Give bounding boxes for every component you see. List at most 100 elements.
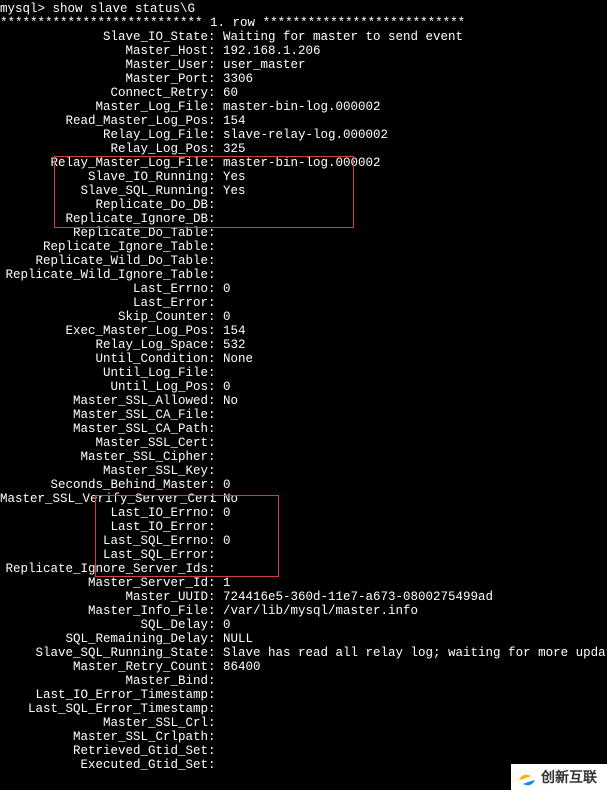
status-line: Master_Bind: [0, 674, 607, 688]
field-separator: : [208, 30, 223, 44]
status-line: Master_SSL_CA_File: [0, 408, 607, 422]
field-separator: : [208, 562, 223, 576]
field-key: Master_SSL_CA_File [0, 408, 208, 422]
field-key: Last_Errno [0, 282, 208, 296]
status-line: Master_Port: 3306 [0, 72, 607, 86]
field-separator: : [208, 254, 223, 268]
field-key: Master_Retry_Count [0, 660, 208, 674]
status-line: Last_Errno: 0 [0, 282, 607, 296]
field-separator: : [208, 408, 223, 422]
field-key: Master_Log_File [0, 100, 208, 114]
status-line: Read_Master_Log_Pos: 154 [0, 114, 607, 128]
field-key: Master_SSL_Key [0, 464, 208, 478]
status-line: SQL_Remaining_Delay: NULL [0, 632, 607, 646]
field-value: 0 [223, 478, 231, 492]
field-separator: : [208, 296, 223, 310]
field-separator: : [208, 212, 223, 226]
field-value: 0 [223, 534, 231, 548]
status-line: Master_Info_File: /var/lib/mysql/master.… [0, 604, 607, 618]
watermark-icon [517, 770, 537, 790]
status-line: Relay_Log_File: slave-relay-log.000002 [0, 128, 607, 142]
status-line: Seconds_Behind_Master: 0 [0, 478, 607, 492]
field-key: Last_SQL_Errno [0, 534, 208, 548]
field-separator: : [208, 170, 223, 184]
field-value: 3306 [223, 72, 253, 86]
field-separator: : [208, 716, 223, 730]
field-value: 0 [223, 618, 231, 632]
field-value: 154 [223, 114, 246, 128]
status-line: Master_Server_Id: 1 [0, 576, 607, 590]
field-separator: : [208, 730, 223, 744]
field-value: No [223, 394, 238, 408]
field-key: Master_Port [0, 72, 208, 86]
status-line: Master_SSL_Crlpath: [0, 730, 607, 744]
status-line: Skip_Counter: 0 [0, 310, 607, 324]
field-key: Replicate_Ignore_Server_Ids [0, 562, 208, 576]
status-line: Relay_Log_Space: 532 [0, 338, 607, 352]
status-line: Until_Log_Pos: 0 [0, 380, 607, 394]
field-separator: : [208, 520, 223, 534]
field-value: Waiting for master to send event [223, 30, 463, 44]
field-key: Replicate_Ignore_Table [0, 240, 208, 254]
field-key: Last_IO_Error [0, 520, 208, 534]
field-value: slave-relay-log.000002 [223, 128, 388, 142]
status-line: Last_Error: [0, 296, 607, 310]
mysql-prompt-line: mysql> show slave status\G [0, 2, 607, 16]
field-value: Yes [223, 184, 246, 198]
status-line: Last_SQL_Error_Timestamp: [0, 702, 607, 716]
field-key: Slave_SQL_Running [0, 184, 208, 198]
field-separator: : [208, 282, 223, 296]
field-key: Exec_Master_Log_Pos [0, 324, 208, 338]
field-key: Relay_Log_Pos [0, 142, 208, 156]
field-separator: : [208, 604, 223, 618]
field-value: 0 [223, 380, 231, 394]
status-line: Master_SSL_Verify_Server_Cert: No [0, 492, 607, 506]
field-separator: : [208, 422, 223, 436]
field-separator: : [208, 380, 223, 394]
field-key: Replicate_Wild_Ignore_Table [0, 268, 208, 282]
field-separator: : [208, 72, 223, 86]
row-header: *************************** 1. row *****… [0, 16, 607, 30]
status-line: Master_Retry_Count: 86400 [0, 660, 607, 674]
field-separator: : [208, 100, 223, 114]
field-key: Replicate_Do_Table [0, 226, 208, 240]
field-separator: : [208, 198, 223, 212]
field-key: Master_UUID [0, 590, 208, 604]
status-line: Slave_IO_Running: Yes [0, 170, 607, 184]
field-value: user_master [223, 58, 306, 72]
field-value: No [223, 492, 238, 506]
field-value: 0 [223, 282, 231, 296]
field-separator: : [208, 674, 223, 688]
field-separator: : [208, 744, 223, 758]
field-value: 1 [223, 576, 231, 590]
status-line: Last_IO_Errno: 0 [0, 506, 607, 520]
field-key: Master_SSL_CA_Path [0, 422, 208, 436]
field-key: Relay_Log_Space [0, 338, 208, 352]
field-key: Master_Bind [0, 674, 208, 688]
field-value: 325 [223, 142, 246, 156]
row-header-mid: 1. row [203, 16, 263, 30]
status-line: Master_SSL_Cipher: [0, 450, 607, 464]
status-line: Connect_Retry: 60 [0, 86, 607, 100]
field-value: Slave has read all relay log; waiting fo… [223, 646, 607, 660]
field-key: Slave_IO_Running [0, 170, 208, 184]
field-key: Until_Log_File [0, 366, 208, 380]
field-value: 0 [223, 310, 231, 324]
status-line: Exec_Master_Log_Pos: 154 [0, 324, 607, 338]
field-separator: : [208, 128, 223, 142]
field-separator: : [208, 478, 223, 492]
field-value: 724416e5-360d-11e7-a673-0800275499ad [223, 590, 493, 604]
field-value: 532 [223, 338, 246, 352]
field-separator: : [208, 58, 223, 72]
field-separator: : [208, 240, 223, 254]
field-separator: : [208, 632, 223, 646]
field-value: 0 [223, 506, 231, 520]
field-separator: : [208, 156, 223, 170]
field-key: Executed_Gtid_Set [0, 758, 208, 772]
status-line: Last_SQL_Errno: 0 [0, 534, 607, 548]
field-value: NULL [223, 632, 253, 646]
status-line: Until_Condition: None [0, 352, 607, 366]
field-separator: : [208, 702, 223, 716]
field-key: Master_SSL_Cert [0, 436, 208, 450]
field-separator: : [208, 506, 223, 520]
